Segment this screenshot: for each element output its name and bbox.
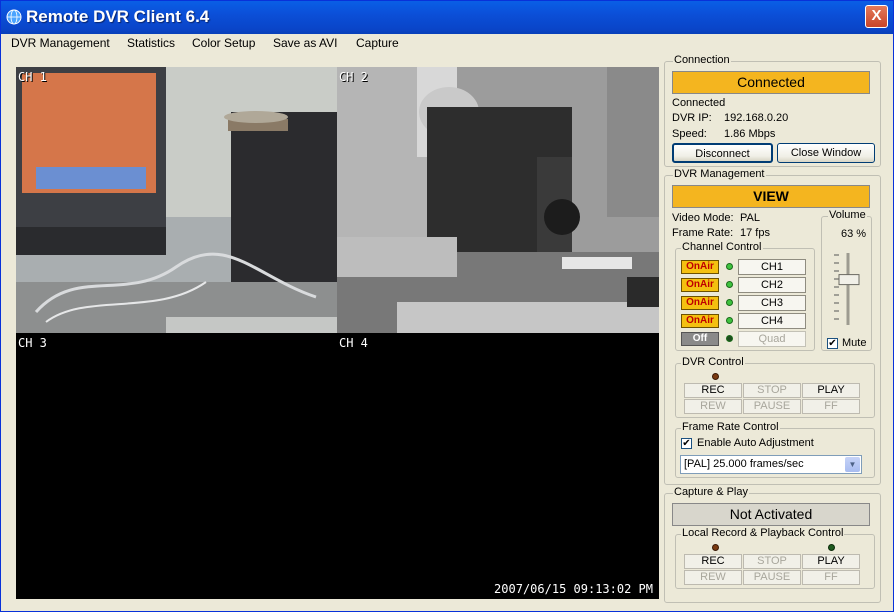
- channel-1-image: [16, 67, 337, 333]
- channel-1-label: CH 1: [18, 70, 47, 84]
- auto-adjust-label: Enable Auto Adjustment: [697, 437, 814, 449]
- close-icon: X: [871, 7, 882, 24]
- ch1-status-led: [726, 263, 733, 270]
- onair-button-ch3[interactable]: OnAir: [681, 296, 719, 310]
- ch2-status-led: [726, 281, 733, 288]
- channel-3-label: CH 3: [18, 336, 47, 350]
- connection-state-text: Connected: [672, 97, 726, 109]
- connection-status-bar: Connected: [672, 71, 870, 94]
- frame-rate-label: Frame Rate:: [672, 227, 734, 239]
- connection-title: Connection: [673, 54, 731, 66]
- dvr-stop-button[interactable]: STOP: [743, 383, 801, 398]
- dvr-rec-button[interactable]: REC: [684, 383, 742, 398]
- auto-adjust-checkbox[interactable]: ✔: [681, 438, 692, 449]
- video-mode-value: PAL: [740, 212, 760, 224]
- menu-bar: DVR Management Statistics Color Setup Sa…: [1, 34, 893, 54]
- frame-rate-value: 17 fps: [740, 227, 770, 239]
- frame-rate-select[interactable]: [PAL] 25.000 frames/sec ▼: [680, 455, 862, 474]
- app-window: Remote DVR Client 6.4 X DVR Management S…: [0, 0, 894, 612]
- menu-save-as-avi[interactable]: Save as AVI: [270, 36, 340, 50]
- channel-2-label: CH 2: [339, 70, 368, 84]
- channel-control-group: Channel Control OnAir CH1 OnAir CH2 OnAi…: [675, 241, 815, 351]
- video-grid[interactable]: CH 1 CH 2 CH 3 CH 4 2007/06/15 09:13:02 …: [16, 67, 659, 599]
- menu-dvr-management[interactable]: DVR Management: [8, 36, 113, 50]
- local-play-button[interactable]: PLAY: [802, 554, 860, 569]
- channel-button-quad[interactable]: Quad: [738, 331, 806, 347]
- capture-play-panel: Capture & Play Not Activated Local Recor…: [664, 486, 881, 603]
- mute-label: Mute: [842, 337, 867, 349]
- channel-button-ch2[interactable]: CH2: [738, 277, 806, 293]
- local-record-group: Local Record & Playback Control REC STOP…: [675, 527, 875, 589]
- onair-button-ch4[interactable]: OnAir: [681, 314, 719, 328]
- ch3-status-led: [726, 299, 733, 306]
- channel-button-ch3[interactable]: CH3: [738, 295, 806, 311]
- app-globe-icon: [6, 9, 22, 25]
- dvr-rew-button[interactable]: REW: [684, 399, 742, 414]
- dvr-pause-button[interactable]: PAUSE: [743, 399, 801, 414]
- local-rec-indicator: [712, 544, 719, 551]
- dvr-control-title: DVR Control: [681, 356, 745, 368]
- local-stop-button[interactable]: STOP: [743, 554, 801, 569]
- dvr-rec-indicator: [712, 373, 719, 380]
- channel-control-title: Channel Control: [681, 241, 763, 253]
- speed-label: Speed:: [672, 128, 707, 140]
- dvr-ip-label: DVR IP:: [672, 112, 712, 124]
- local-play-indicator: [828, 544, 835, 551]
- local-rec-button[interactable]: REC: [684, 554, 742, 569]
- volume-group: Volume 63 % ✔ Mute: [821, 209, 872, 351]
- dvr-management-panel: DVR Management VIEW Video Mode: PAL Fram…: [664, 168, 881, 485]
- dvr-control-group: DVR Control REC STOP PLAY REW PAUSE FF: [675, 356, 875, 418]
- ch4-status-led: [726, 317, 733, 324]
- volume-title: Volume: [828, 209, 867, 221]
- frame-rate-select-value: [PAL] 25.000 frames/sec: [684, 458, 804, 470]
- title-bar[interactable]: Remote DVR Client 6.4 X: [1, 1, 893, 34]
- menu-statistics[interactable]: Statistics: [124, 36, 178, 50]
- frame-rate-control-title: Frame Rate Control: [681, 421, 780, 433]
- off-button-quad[interactable]: Off: [681, 332, 719, 346]
- local-ff-button[interactable]: FF: [802, 570, 860, 585]
- menu-capture[interactable]: Capture: [353, 36, 402, 50]
- volume-value: 63 %: [841, 228, 867, 240]
- connection-panel: Connection Connected Connected DVR IP: 1…: [664, 54, 881, 167]
- onair-button-ch1[interactable]: OnAir: [681, 260, 719, 274]
- local-record-title: Local Record & Playback Control: [681, 527, 845, 539]
- window-title: Remote DVR Client 6.4: [26, 7, 210, 26]
- capture-play-title: Capture & Play: [673, 486, 749, 498]
- local-pause-button[interactable]: PAUSE: [743, 570, 801, 585]
- channel-4-view[interactable]: CH 4: [337, 333, 659, 599]
- channel-3-view[interactable]: CH 3: [16, 333, 337, 599]
- channel-2-view[interactable]: CH 2: [337, 67, 659, 333]
- dvr-ip-value: 192.168.0.20: [724, 112, 789, 124]
- close-window-panel-button[interactable]: Close Window: [777, 143, 875, 163]
- dvr-ff-button[interactable]: FF: [802, 399, 860, 414]
- video-timestamp: 2007/06/15 09:13:02 PM: [494, 582, 653, 596]
- dvr-mode-status-bar: VIEW: [672, 185, 870, 208]
- capture-status-bar: Not Activated: [672, 503, 870, 526]
- speed-value: 1.86 Mbps: [724, 128, 776, 140]
- channel-2-image: [337, 67, 659, 333]
- dvr-management-title: DVR Management: [673, 168, 766, 180]
- quad-status-led: [726, 335, 733, 342]
- frame-rate-control-group: Frame Rate Control ✔ Enable Auto Adjustm…: [675, 421, 875, 478]
- channel-button-ch1[interactable]: CH1: [738, 259, 806, 275]
- video-mode-label: Video Mode:: [672, 212, 734, 224]
- onair-button-ch2[interactable]: OnAir: [681, 278, 719, 292]
- menu-color-setup[interactable]: Color Setup: [189, 36, 258, 50]
- chevron-down-icon[interactable]: ▼: [845, 457, 860, 472]
- dvr-play-button[interactable]: PLAY: [802, 383, 860, 398]
- channel-1-view[interactable]: CH 1: [16, 67, 337, 333]
- volume-slider[interactable]: [830, 249, 866, 329]
- local-rew-button[interactable]: REW: [684, 570, 742, 585]
- volume-slider-thumb[interactable]: [838, 274, 860, 286]
- channel-4-label: CH 4: [339, 336, 368, 350]
- mute-checkbox[interactable]: ✔: [827, 338, 838, 349]
- channel-button-ch4[interactable]: CH4: [738, 313, 806, 329]
- close-window-button[interactable]: X: [865, 5, 888, 28]
- disconnect-button[interactable]: Disconnect: [672, 143, 773, 163]
